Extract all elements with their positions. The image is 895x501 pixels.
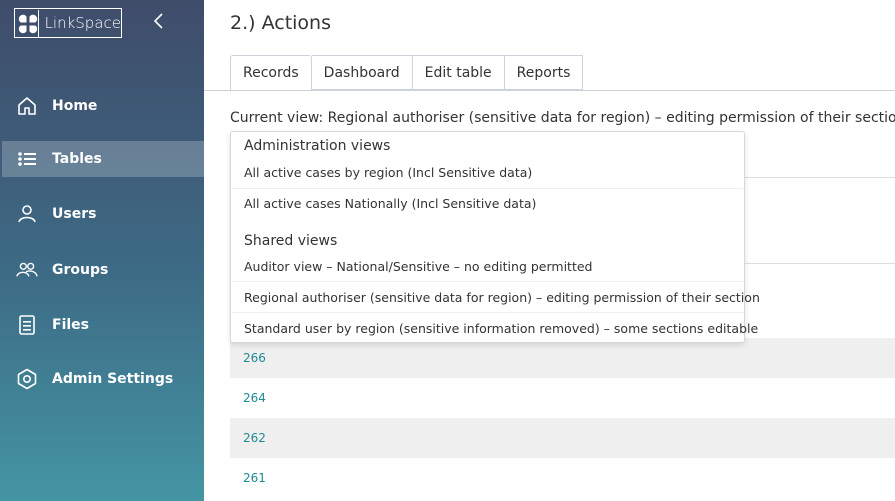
tab-reports[interactable]: Reports	[504, 55, 584, 90]
logo[interactable]: LinkSpace	[14, 8, 122, 38]
table-row: 262	[230, 418, 895, 458]
sidebar-item-label: Home	[52, 98, 98, 114]
logo-icon	[15, 9, 39, 37]
sidebar-item-admin-settings[interactable]: Admin Settings	[0, 361, 204, 397]
sidebar-item-users[interactable]: Users	[0, 196, 204, 232]
tab-divider	[204, 90, 895, 91]
view-option-admin-region[interactable]: All active cases by region (Incl Sensiti…	[232, 157, 743, 187]
sidebar-item-label: Files	[52, 317, 89, 333]
sidebar-item-groups[interactable]: Groups	[0, 252, 204, 288]
view-option-regional-authoriser[interactable]: Regional authoriser (sensitive data for …	[232, 282, 760, 312]
record-id-link[interactable]: 262	[243, 431, 266, 445]
record-id-link[interactable]: 264	[243, 391, 266, 405]
view-option-standard-user[interactable]: Standard user by region (sensitive infor…	[232, 313, 758, 343]
tab-edit-table[interactable]: Edit table	[412, 55, 505, 90]
sidebar-item-label: Tables	[52, 151, 102, 167]
record-id-link[interactable]: 261	[243, 471, 266, 485]
tab-records[interactable]: Records	[230, 55, 312, 92]
table-row: 264	[230, 378, 895, 418]
current-view-label: Current view: Regional authoriser (sensi…	[230, 110, 895, 126]
record-id-link[interactable]: 266	[243, 351, 266, 365]
groups-icon	[16, 259, 38, 281]
view-option-auditor[interactable]: Auditor view – National/Sensitive – no e…	[232, 251, 743, 281]
chevron-left-icon	[153, 13, 163, 29]
home-icon	[16, 95, 38, 117]
list-icon	[16, 148, 38, 170]
sidebar-item-home[interactable]: Home	[0, 88, 204, 124]
file-icon	[16, 314, 38, 336]
page-title: 2.) Actions	[230, 12, 331, 34]
tab-bar: Records Dashboard Edit table Reports	[230, 55, 584, 92]
tab-dashboard[interactable]: Dashboard	[311, 55, 413, 90]
shared-views-header: Shared views	[244, 233, 338, 249]
settings-icon	[16, 368, 38, 390]
user-icon	[16, 203, 38, 225]
current-view-selector[interactable]: Current view: Regional authoriser (sensi…	[230, 110, 895, 126]
view-dropdown-menu: Administration views All active cases by…	[230, 131, 760, 343]
sidebar-item-label: Groups	[52, 262, 109, 278]
main-content: 2.) Actions Records Dashboard Edit table…	[204, 0, 895, 501]
sidebar-item-label: Admin Settings	[52, 371, 174, 387]
sidebar-item-tables[interactable]: Tables	[2, 141, 204, 177]
logo-text: LinkSpace	[44, 14, 121, 32]
table-row: 261	[230, 458, 895, 498]
sidebar: LinkSpace Home Tables Users Groups Files…	[0, 0, 204, 501]
admin-views-header: Administration views	[244, 138, 391, 154]
view-option-admin-national[interactable]: All active cases Nationally (Incl Sensit…	[232, 188, 743, 218]
sidebar-item-label: Users	[52, 206, 97, 222]
collapse-sidebar-button[interactable]	[150, 10, 168, 32]
table-row: 266	[230, 338, 895, 378]
sidebar-item-files[interactable]: Files	[0, 307, 204, 343]
